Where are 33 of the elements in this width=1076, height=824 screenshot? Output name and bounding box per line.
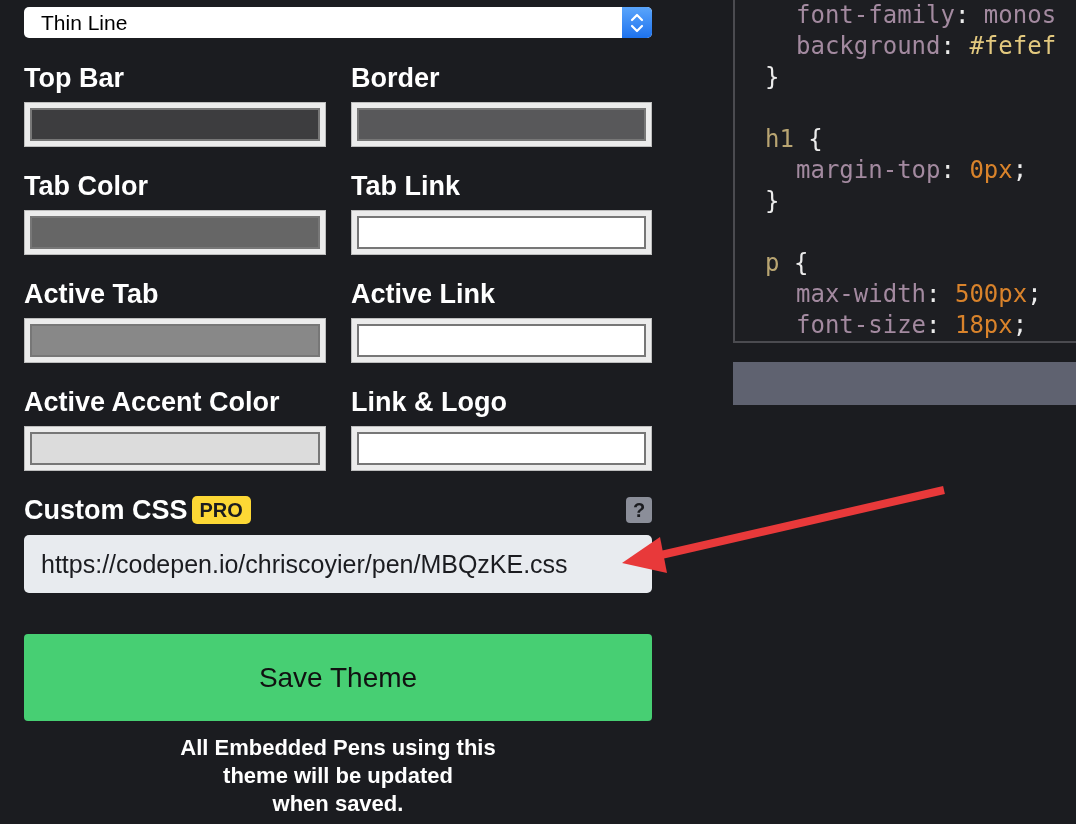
color-input[interactable] [351,210,652,255]
save-theme-button[interactable]: Save Theme [24,634,652,721]
code-line: } [765,186,780,217]
field-label: Border [351,62,440,94]
code-line: margin-top: 0px; [796,155,1028,186]
code-line: max-width: 500px; [796,279,1042,310]
color-input[interactable] [351,102,652,147]
code-line: h1 { [765,124,823,155]
field-label: Custom CSS [24,494,188,526]
pro-badge: PRO [191,496,251,524]
field-label: Link & Logo [351,386,507,418]
field-label: Active Accent Color [24,386,280,418]
theme-select[interactable]: Thin Line [24,7,652,38]
field-label: Tab Color [24,170,148,202]
field-label: Active Link [351,278,496,310]
help-button[interactable]: ? [626,497,652,523]
color-input[interactable] [351,426,652,471]
code-line: background: #fefef [796,31,1057,62]
color-input[interactable] [24,210,326,255]
code-line: } [765,62,780,93]
save-note: All Embedded Pens using this theme will be updated when saved. [180,734,496,818]
field-label: Top Bar [24,62,124,94]
field-label: Tab Link [351,170,460,202]
color-input[interactable] [24,102,326,147]
color-input[interactable] [351,318,652,363]
field-label: Active Tab [24,278,159,310]
code-line: p { [765,248,809,279]
custom-css-field[interactable]: https://codepen.io/chriscoyier/pen/MBQzKE.css [24,535,652,593]
code-line: font-size: 18px; [796,310,1028,341]
code-line: font-family: monos [796,0,1057,31]
color-input[interactable] [24,426,326,471]
color-input[interactable] [24,318,326,363]
stepper-icon [622,7,652,38]
